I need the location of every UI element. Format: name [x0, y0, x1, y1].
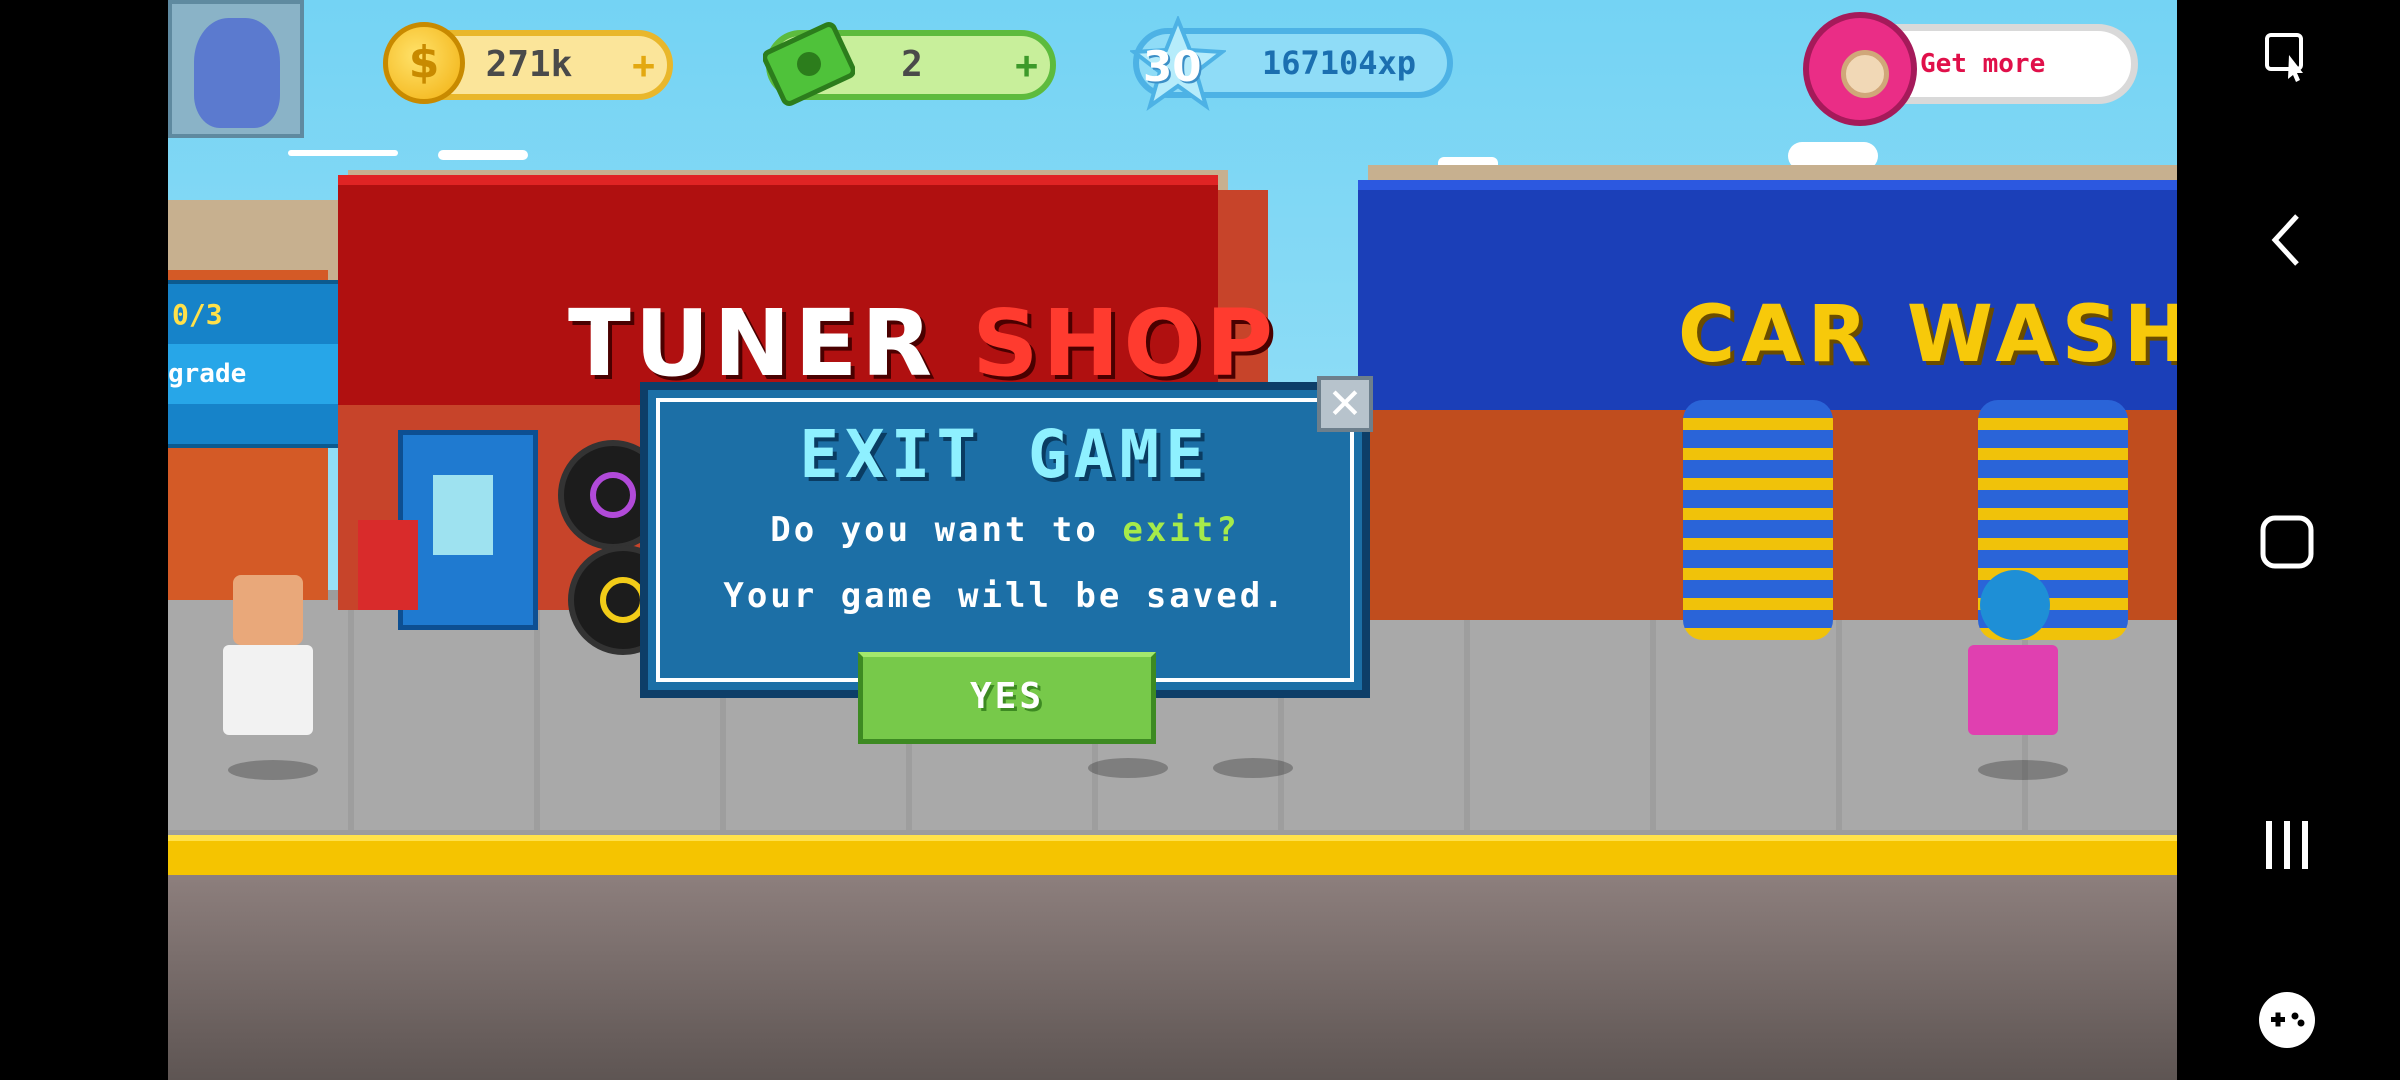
- coins-value: 271k: [485, 44, 573, 85]
- system-navigation-bar: [2177, 0, 2400, 1080]
- road: [168, 875, 2177, 1080]
- mailbox: [358, 520, 418, 610]
- screenshot-edit-icon[interactable]: [2237, 5, 2337, 105]
- car-wash-brush: [1683, 400, 1833, 640]
- back-icon[interactable]: [2237, 190, 2337, 290]
- character-shadow: [1978, 760, 2068, 780]
- recents-icon[interactable]: [2237, 795, 2337, 895]
- home-icon[interactable]: [2237, 492, 2337, 592]
- character-body: [1968, 645, 2058, 735]
- hud: 271k + $ 2 + 167104xp 30 Get more: [168, 0, 2177, 140]
- upgrade-panel[interactable]: 0/3 grade: [168, 280, 366, 448]
- upgrade-button[interactable]: grade: [168, 344, 342, 404]
- car-wash-title: CAR WASH: [1678, 290, 2177, 380]
- get-more-label: Get more: [1920, 49, 2046, 79]
- dialog-title: EXIT GAME: [799, 416, 1211, 493]
- game-tools-icon[interactable]: [2237, 970, 2337, 1070]
- add-coins-button[interactable]: +: [632, 42, 655, 88]
- shop-word: SHOP: [972, 290, 1278, 397]
- donut-icon: [1803, 12, 1917, 126]
- dialog-question: Do you want to exit?: [648, 510, 1362, 550]
- cash-value: 2: [901, 44, 923, 85]
- character-body: [223, 645, 313, 735]
- upgrade-count: 0/3: [172, 298, 223, 331]
- cloud: [288, 150, 398, 156]
- vending-machine: [398, 430, 538, 630]
- character-head: [233, 575, 303, 645]
- coin-icon: $: [383, 22, 465, 104]
- exit-game-dialog: EXIT GAME Do you want to exit? Your game…: [640, 382, 1370, 698]
- level-number: 30: [1143, 42, 1202, 91]
- dialog-question-prefix: Do you want to: [770, 510, 1123, 550]
- close-dialog-button[interactable]: ✕: [1317, 376, 1373, 432]
- cloud: [438, 150, 528, 160]
- cash-bill-icon: [763, 22, 855, 106]
- tuner-shop-title: TUNER SHOP: [568, 290, 1277, 397]
- add-cash-button[interactable]: +: [1015, 42, 1038, 88]
- dialog-question-accent: exit?: [1122, 510, 1240, 550]
- profile-avatar-button[interactable]: [168, 0, 304, 138]
- character-shadow: [228, 760, 318, 780]
- dialog-save-note: Your game will be saved.: [723, 576, 1287, 616]
- xp-value: 167104xp: [1261, 44, 1417, 82]
- tuner-word: TUNER: [568, 290, 937, 397]
- yes-button[interactable]: YES: [858, 652, 1156, 744]
- character-shadow: [1088, 758, 1168, 778]
- character-head: [1980, 570, 2050, 640]
- character-shadow: [1213, 758, 1293, 778]
